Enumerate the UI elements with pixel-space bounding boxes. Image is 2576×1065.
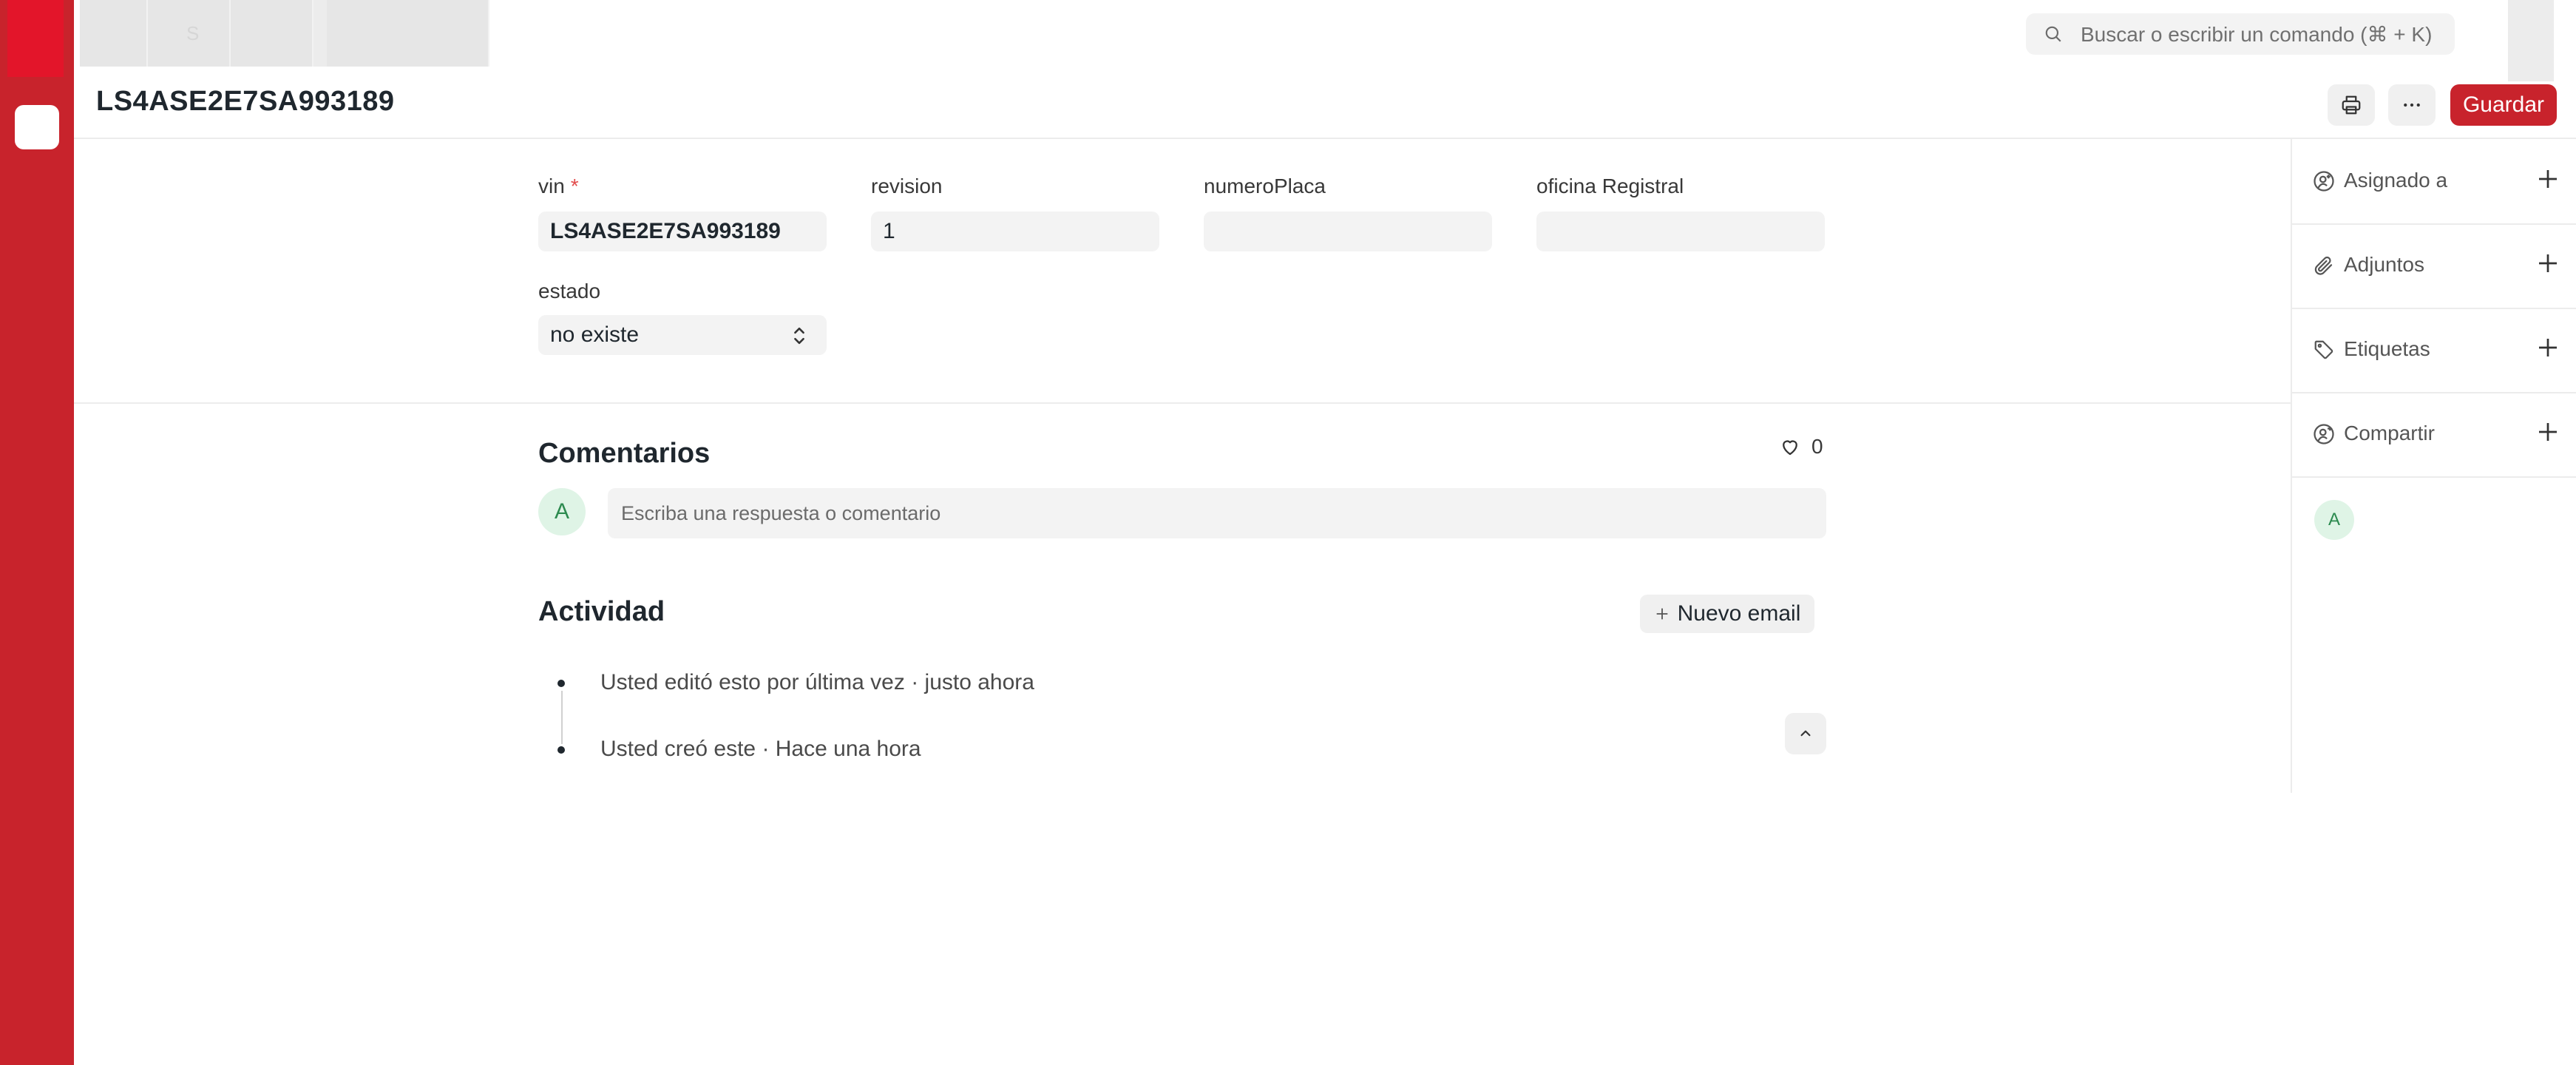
comment-input[interactable] [608, 488, 1826, 538]
avatar[interactable]: A [2314, 500, 2354, 540]
plus-icon[interactable] [2535, 250, 2561, 277]
timeline-dot [557, 680, 565, 687]
search-input[interactable] [2079, 13, 2444, 56]
activity-title: Actividad [538, 596, 665, 627]
section-divider [74, 402, 2292, 404]
plus-icon[interactable] [2535, 419, 2561, 445]
save-button[interactable]: Guardar [2450, 84, 2557, 126]
printer-icon [2342, 95, 2361, 115]
timeline-dot [557, 746, 565, 754]
like-button[interactable]: 0 [1779, 435, 1823, 459]
new-email-button[interactable]: Nuevo email [1640, 595, 1814, 633]
top-tab-segment[interactable] [231, 0, 313, 67]
activity-item: Usted editó esto por última vez · justo … [600, 670, 1034, 694]
heart-icon [1783, 440, 1797, 456]
collapse-button[interactable] [1785, 713, 1826, 754]
app-switcher-icon[interactable] [15, 105, 59, 149]
vin-label: vin * [538, 175, 579, 197]
user-plus-icon [2314, 171, 2334, 192]
print-button[interactable] [2328, 84, 2375, 126]
page-title: LS4ASE2E7SA993189 [96, 86, 395, 117]
estado-select[interactable]: no existe [538, 315, 827, 355]
oficina-registral-label: oficina Registral [1536, 175, 1684, 197]
paperclip-icon [2314, 256, 2333, 275]
chevron-up-icon [1800, 730, 1811, 737]
sidebar-item-attachments[interactable]: Adjuntos [2292, 223, 2576, 309]
revision-field[interactable]: 1 [871, 212, 1159, 251]
timeline-line [561, 691, 563, 744]
more-horizontal-icon [2404, 103, 2420, 107]
sidebar-item-share[interactable]: Compartir [2292, 392, 2576, 478]
estado-value: no existe [550, 322, 640, 347]
numero-placa-label: numeroPlaca [1204, 175, 1326, 197]
required-mark: * [570, 175, 579, 197]
top-tab-segment[interactable] [80, 0, 148, 67]
sidebar-item-assigned[interactable]: Asignado a [2292, 139, 2576, 225]
share-user-icon [2314, 424, 2334, 444]
search-icon [2045, 26, 2061, 42]
like-count: 0 [1811, 435, 1823, 458]
avatar: A [538, 488, 586, 535]
revision-label: revision [871, 175, 943, 197]
user-menu-area[interactable] [2508, 0, 2554, 81]
oficina-registral-field[interactable] [1536, 212, 1825, 251]
sidebar-item-label: Etiquetas [2344, 337, 2430, 360]
top-tab-segment[interactable] [327, 0, 489, 67]
chevron-up-down-icon [794, 327, 804, 345]
plus-icon [1656, 608, 1667, 620]
new-email-label: Nuevo email [1677, 601, 1801, 626]
sidebar-item-tags[interactable]: Etiquetas [2292, 308, 2576, 393]
app-rail [0, 0, 74, 1065]
top-tab-strip [80, 0, 489, 67]
sidebar-item-label: Asignado a [2344, 169, 2448, 192]
top-tab-label: S [186, 22, 200, 44]
tag-icon [2314, 340, 2333, 359]
more-actions-button[interactable] [2388, 84, 2436, 126]
vin-field[interactable]: LS4ASE2E7SA993189 [538, 212, 827, 251]
plus-icon[interactable] [2535, 166, 2561, 192]
app-logo[interactable] [7, 0, 64, 77]
activity-item: Usted creó este · Hace una hora [600, 737, 921, 761]
estado-label: estado [538, 280, 601, 302]
command-search[interactable] [2026, 13, 2455, 56]
sidebar-item-label: Compartir [2344, 422, 2435, 444]
sidebar-item-label: Adjuntos [2344, 253, 2424, 276]
numero-placa-field[interactable] [1204, 212, 1492, 251]
comments-title: Comentarios [538, 438, 711, 469]
plus-icon[interactable] [2535, 334, 2561, 361]
header-divider [74, 138, 2576, 139]
